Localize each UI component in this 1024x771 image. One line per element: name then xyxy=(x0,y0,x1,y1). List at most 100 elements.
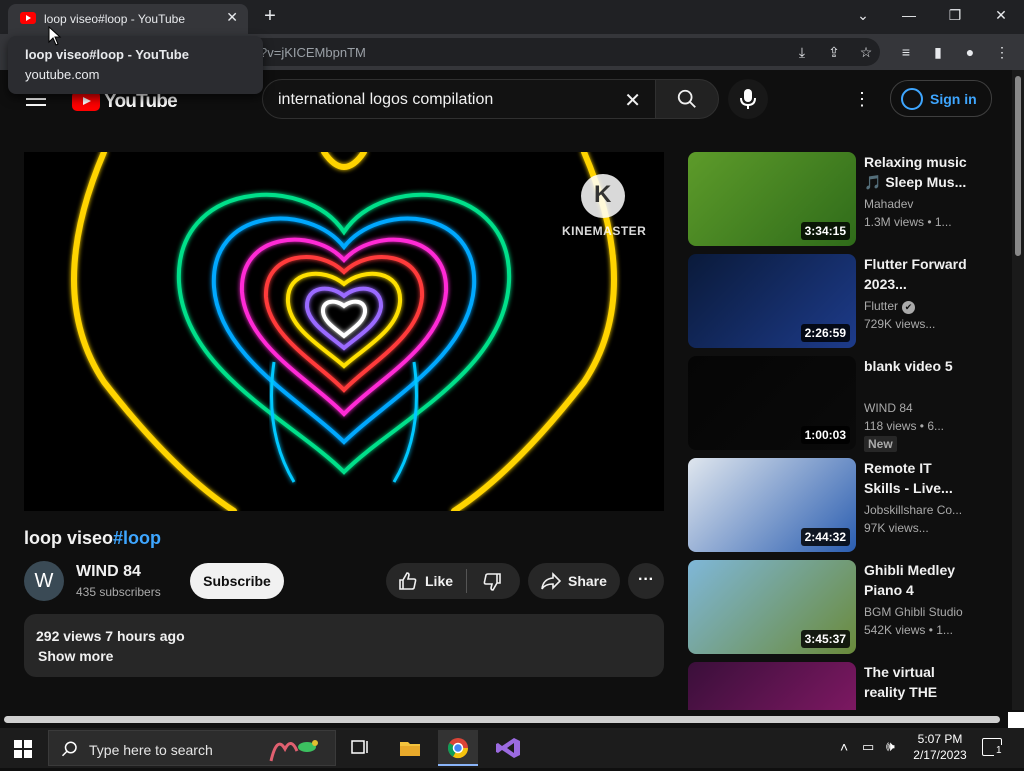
voice-search-button[interactable] xyxy=(728,79,768,119)
windows-taskbar: Type here to search ˄ ▭ 🕪 5:07 PM 2/17/2… xyxy=(0,728,1024,768)
recommended-channel-name[interactable]: Flutter xyxy=(864,299,898,313)
vertical-scrollbar[interactable] xyxy=(1012,70,1024,710)
restore-button[interactable]: ❐ xyxy=(940,4,970,26)
network-icon[interactable]: ▭ xyxy=(862,739,874,755)
recommended-channel: BGM Ghibli Studio xyxy=(864,605,963,619)
sign-in-button[interactable]: Sign in xyxy=(890,80,992,117)
profile-icon[interactable]: ● xyxy=(960,42,980,62)
verified-check-icon: ✔ xyxy=(902,301,916,314)
hummingbird-decoration-icon xyxy=(269,740,318,762)
video-duration: 2:44:32 xyxy=(800,528,850,546)
settings-more-icon[interactable]: ⋮ xyxy=(852,88,872,110)
youtube-play-icon xyxy=(72,91,100,111)
notifications-icon[interactable]: 1 xyxy=(982,738,1004,756)
subscriber-count: 435 subscribers xyxy=(76,585,161,599)
recommended-channel-name[interactable]: WIND 84 xyxy=(864,401,913,415)
address-url: ?v=jKICEMbpnTM xyxy=(260,45,366,60)
recommended-video-title[interactable]: Relaxing music 🎵 Sleep Mus... xyxy=(864,152,968,192)
view-stats: 292 views 7 hours ago xyxy=(36,628,185,644)
tab-hover-tooltip: loop viseo#loop - YouTube youtube.com xyxy=(8,36,263,94)
browser-tab[interactable]: loop viseo#loop - YouTube ✕ xyxy=(8,4,248,34)
video-hashtag-link[interactable]: #loop xyxy=(113,528,161,548)
clear-search-icon[interactable]: ✕ xyxy=(624,88,641,113)
video-thumbnail[interactable] xyxy=(688,662,856,710)
recommended-video[interactable]: 1:00:03 blank video 5 WIND 84 118 views • 6… xyxy=(688,356,988,452)
chrome-taskbar-icon[interactable] xyxy=(438,730,478,766)
recommended-video-title[interactable]: Ghibli Medley Piano 4 hours... xyxy=(864,560,968,600)
clock-date: 2/17/2023 xyxy=(913,748,967,762)
bookmark-star-icon[interactable]: ☆ xyxy=(856,42,876,62)
channel-name[interactable]: WIND 84 xyxy=(76,563,141,581)
recommended-channel-name[interactable]: Mahadev xyxy=(864,197,913,211)
visual-studio-icon[interactable] xyxy=(488,730,528,766)
recommended-channel: WIND 84 xyxy=(864,401,913,415)
share-button[interactable]: Share xyxy=(528,563,620,599)
tab-close-icon[interactable]: ✕ xyxy=(226,9,238,26)
sign-in-label: Sign in xyxy=(930,91,977,107)
video-thumbnail[interactable]: 3:45:37 xyxy=(688,560,856,654)
menu-icon[interactable] xyxy=(26,92,46,106)
tab-title: loop viseo#loop - YouTube xyxy=(44,12,185,26)
recommended-video-title[interactable]: Remote IT Skills - Live... xyxy=(864,458,968,498)
share-page-icon[interactable]: ⇪ xyxy=(824,42,844,62)
horizontal-scrollbar[interactable] xyxy=(0,712,1012,726)
search-query: international logos compilation xyxy=(278,91,494,108)
task-view-icon[interactable] xyxy=(340,730,380,766)
video-title-text: loop viseo xyxy=(24,528,114,548)
recommended-video-title[interactable]: Flutter Forward 2023... xyxy=(864,254,968,294)
volume-icon[interactable]: 🕪 xyxy=(886,738,895,755)
more-actions-icon[interactable]: ··· xyxy=(628,563,664,599)
recommended-video-title[interactable]: The virtual reality THE LO... xyxy=(864,662,968,702)
recommended-video[interactable]: 3:45:37 Ghibli Medley Piano 4 hours... BGM… xyxy=(688,560,988,654)
video-thumbnail[interactable]: 3:34:15 xyxy=(688,152,856,246)
file-explorer-icon[interactable] xyxy=(390,730,430,766)
minimize-button[interactable]: — xyxy=(894,4,924,26)
show-hidden-icons[interactable]: ˄ xyxy=(840,739,848,755)
recommended-views: 542K views • 1... xyxy=(864,623,953,637)
chrome-menu-icon[interactable]: ⋮ xyxy=(992,42,1012,62)
description-box[interactable]: 292 views 7 hours ago Show more xyxy=(24,614,664,677)
install-icon[interactable]: ⤓ xyxy=(792,42,812,62)
new-tab-button[interactable]: + xyxy=(258,4,282,28)
taskbar-search-input[interactable]: Type here to search xyxy=(48,730,336,766)
taskbar-clock[interactable]: 5:07 PM 2/17/2023 xyxy=(910,731,970,763)
video-thumbnail[interactable]: 2:44:32 xyxy=(688,458,856,552)
show-more-link[interactable]: Show more xyxy=(38,648,113,664)
windows-start-icon[interactable] xyxy=(14,740,32,758)
recommended-video-title[interactable]: blank video 5 xyxy=(864,356,968,396)
subscribe-button[interactable]: Subscribe xyxy=(190,563,284,599)
vertical-scroll-thumb[interactable] xyxy=(1015,76,1021,256)
like-button[interactable]: Like xyxy=(425,573,453,589)
video-duration: 2:26:59 xyxy=(800,324,850,342)
notification-count: 1 xyxy=(994,745,1004,756)
horizontal-scroll-thumb[interactable] xyxy=(4,716,1000,723)
clock-time: 5:07 PM xyxy=(917,732,963,746)
recommended-channel-name[interactable]: BGM Ghibli Studio xyxy=(864,605,963,619)
media-control-icon[interactable]: ≡ xyxy=(896,42,916,62)
recommended-channel-name[interactable]: Jobskillshare Co... xyxy=(864,503,962,517)
channel-avatar[interactable]: W xyxy=(24,561,64,601)
recommended-video[interactable]: 2:26:59 Flutter Forward 2023... Flutter ✔ 72… xyxy=(688,254,988,348)
thumbs-down-icon[interactable] xyxy=(482,572,502,592)
scroll-corner xyxy=(1008,712,1024,728)
search-button[interactable] xyxy=(655,79,719,119)
close-window-button[interactable]: ✕ xyxy=(986,4,1016,26)
tab-search-chevron-icon[interactable]: ⌄ xyxy=(848,4,878,26)
address-bar[interactable]: ?v=jKICEMbpnTM xyxy=(160,38,880,66)
video-thumbnail[interactable]: 2:26:59 xyxy=(688,254,856,348)
video-title: loop viseo#loop xyxy=(24,528,161,549)
side-panel-icon[interactable]: ▮ xyxy=(928,42,948,62)
recommended-video[interactable]: 3:34:15 Relaxing music 🎵 Sleep Mus... Maha… xyxy=(688,152,988,246)
like-separator xyxy=(466,569,467,593)
recommended-video[interactable]: The virtual reality THE LO... xyxy=(688,662,988,710)
kinemaster-watermark: K KINEMASTER xyxy=(560,172,650,242)
like-dislike-group: Like xyxy=(386,563,520,599)
search-input[interactable]: international logos compilation ✕ xyxy=(262,79,656,119)
video-thumbnail[interactable]: 1:00:03 xyxy=(688,356,856,450)
recommended-views: 118 views • 6... xyxy=(864,419,945,433)
thumbs-up-icon[interactable] xyxy=(398,571,418,591)
recommended-views: 97K views... xyxy=(864,521,929,535)
tooltip-host: youtube.com xyxy=(25,67,100,82)
recommended-video[interactable]: 2:44:32 Remote IT Skills - Live... Jobskil… xyxy=(688,458,988,552)
mouse-cursor-icon xyxy=(48,26,62,46)
